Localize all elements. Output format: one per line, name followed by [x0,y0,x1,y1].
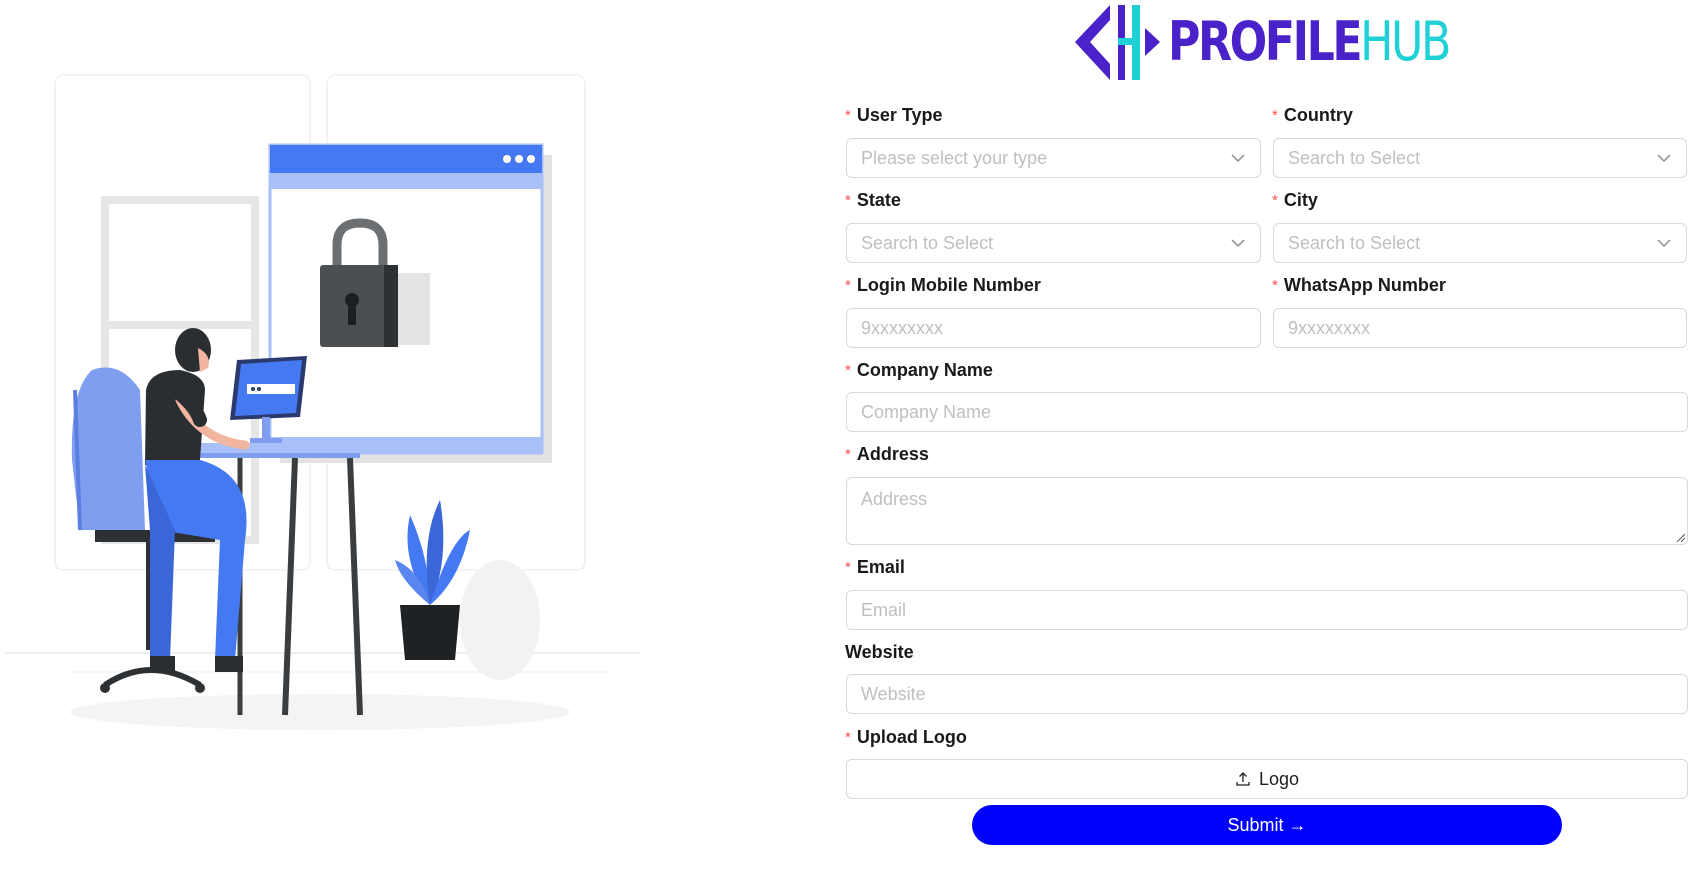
chevron-down-icon [1231,239,1245,248]
address-placeholder: Address [861,489,928,509]
brand-logo: PROFILEHUB [1070,0,1511,84]
country-placeholder: Search to Select [1288,147,1421,168]
country-label: * Country [1272,103,1353,127]
country-select[interactable]: Search to Select [1273,138,1687,178]
user-type-select[interactable]: Please select your type [846,138,1261,178]
upload-logo-button[interactable]: Logo [846,759,1688,799]
chevron-down-icon [1657,239,1671,248]
required-marker: * [1272,106,1278,124]
email-label: * Email [845,555,905,579]
website-label: Website [845,640,914,664]
required-marker: * [845,191,851,209]
address-label-text: Address [856,443,929,464]
required-marker: * [845,361,851,379]
whatsapp-label-text: WhatsApp Number [1283,274,1446,295]
required-marker: * [845,728,851,746]
company-name-input[interactable]: Company Name [846,392,1688,432]
address-textarea[interactable]: Address [846,477,1688,545]
chevron-down-icon [1657,154,1671,163]
user-type-label: * User Type [845,103,943,127]
upload-logo-button-label: Logo [1258,768,1300,789]
website-label-text: Website [845,641,914,662]
upload-icon [1236,772,1250,786]
illustration-person-at-desk [5,74,640,730]
upload-logo-label: * Upload Logo [845,725,967,749]
login-mobile-label: * Login Mobile Number [845,273,1041,297]
brand-name-part2: HUB [1360,10,1451,73]
chevron-down-icon [1231,154,1245,163]
website-input[interactable]: Website [846,674,1688,714]
city-label: * City [1272,188,1318,212]
login-mobile-input[interactable]: 9xxxxxxxx [846,308,1261,348]
whatsapp-label: * WhatsApp Number [1272,273,1446,297]
submit-button[interactable]: Submit → [972,805,1562,845]
email-placeholder: Email [861,599,907,620]
state-label-text: State [856,189,901,210]
email-label-text: Email [856,556,905,577]
state-label: * State [845,188,901,212]
city-select[interactable]: Search to Select [1273,223,1687,263]
city-placeholder: Search to Select [1288,232,1421,253]
required-marker: * [845,106,851,124]
city-label-text: City [1283,189,1318,210]
whatsapp-input[interactable]: 9xxxxxxxx [1273,308,1687,348]
whatsapp-placeholder: 9xxxxxxxx [1288,317,1371,338]
login-mobile-placeholder: 9xxxxxxxx [861,317,944,338]
required-marker: * [845,445,851,463]
required-marker: * [1272,191,1278,209]
website-placeholder: Website [861,683,926,704]
required-marker: * [845,558,851,576]
upload-logo-label-text: Upload Logo [856,726,967,747]
user-type-label-text: User Type [856,104,943,125]
country-label-text: Country [1283,104,1353,125]
brand-name-part1: PROFILE [1168,10,1363,73]
user-type-placeholder: Please select your type [861,147,1048,168]
required-marker: * [845,276,851,294]
state-placeholder: Search to Select [861,232,994,253]
company-name-label: * Company Name [845,358,993,382]
address-label: * Address [845,442,929,466]
email-input[interactable]: Email [846,590,1688,630]
resize-handle-icon[interactable] [1675,532,1685,542]
brand-wordmark: PROFILEHUB [1168,15,1451,69]
company-name-label-text: Company Name [856,359,993,380]
company-name-placeholder: Company Name [861,401,992,422]
login-mobile-label-text: Login Mobile Number [856,274,1041,295]
state-select[interactable]: Search to Select [846,223,1261,263]
required-marker: * [1272,276,1278,294]
brand-logo-mark-icon [1075,5,1160,80]
